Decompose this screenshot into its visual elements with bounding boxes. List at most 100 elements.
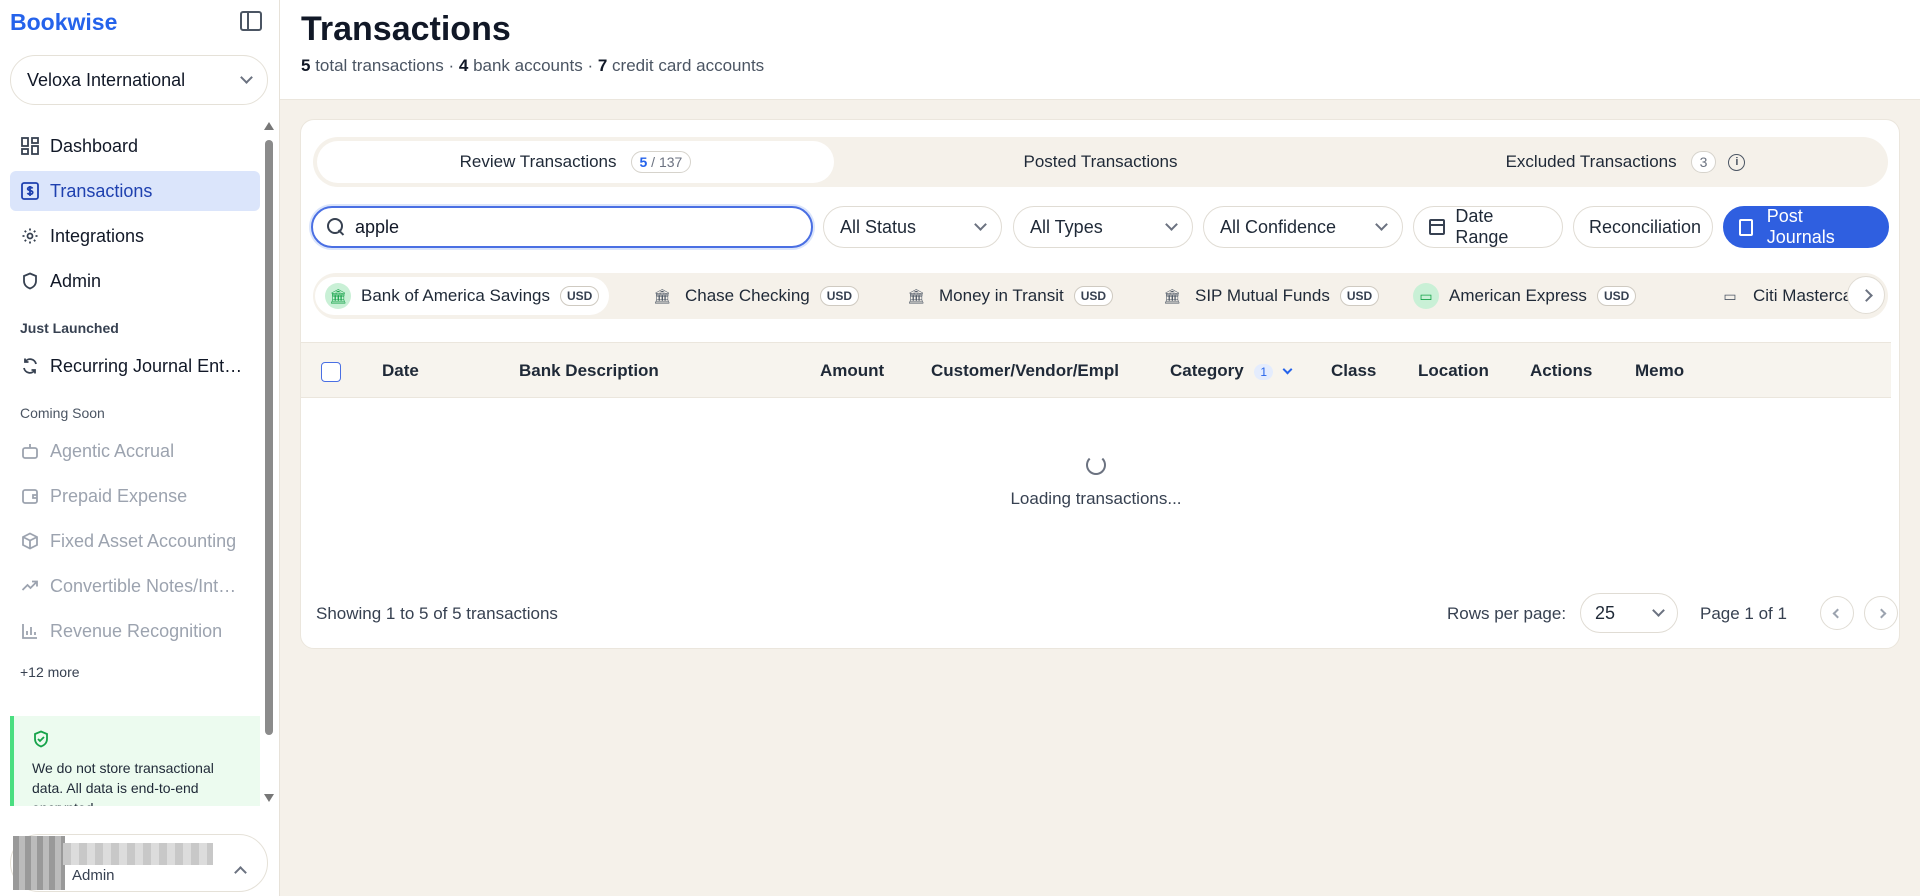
account-chip[interactable]: 🏛 SIP Mutual Funds USD	[1149, 277, 1389, 315]
sidebar-item-label: Recurring Journal Ent…	[50, 355, 243, 376]
post-journals-label: Post Journals	[1766, 206, 1835, 247]
trend-up-icon	[20, 576, 40, 596]
column-class[interactable]: Class	[1331, 361, 1376, 381]
sidebar-item-prepaid-expense[interactable]: Prepaid Expense	[10, 476, 260, 516]
bank-label: bank accounts	[473, 56, 583, 75]
sidebar-item-transactions[interactable]: Transactions	[10, 171, 260, 211]
brand-logo[interactable]: Bookwise	[10, 9, 117, 36]
search-input[interactable]	[355, 216, 775, 238]
bank-icon: 🏛	[907, 287, 925, 304]
scroll-down-arrow-icon[interactable]	[264, 794, 274, 802]
account-name: Chase Checking	[685, 286, 810, 305]
sidebar-item-label: Dashboard	[50, 135, 139, 156]
type-filter-select[interactable]: All Types	[1013, 206, 1193, 248]
sidebar-toggle-icon[interactable]	[240, 11, 262, 31]
sidebar-item-integrations[interactable]: Integrations	[10, 216, 260, 256]
column-amount[interactable]: Amount	[820, 361, 884, 381]
more-features-link[interactable]: +12 more	[10, 656, 260, 700]
select-all-checkbox[interactable]	[321, 362, 341, 382]
reconciliation-button[interactable]: Reconciliation	[1573, 206, 1713, 248]
sidebar-scrollbar[interactable]	[264, 122, 274, 802]
type-filter-value: All Types	[1030, 216, 1103, 237]
currency-badge: USD	[559, 286, 600, 306]
transactions-card: Review Transactions 5 / 137 Posted Trans…	[300, 119, 1900, 649]
account-chip[interactable]: 🏛 Chase Checking USD	[639, 277, 869, 315]
cc-count: 7	[597, 56, 608, 75]
filter-bar: All Status All Types All Confidence Date…	[311, 206, 1891, 248]
bank-count: 4	[458, 56, 469, 75]
chevron-down-icon	[1375, 218, 1388, 231]
total-count: 5	[301, 56, 311, 75]
column-actions[interactable]: Actions	[1530, 361, 1592, 381]
currency-badge: USD	[1339, 286, 1380, 306]
section-title-coming-soon: Coming Soon	[20, 405, 105, 421]
post-journals-button[interactable]: Post Journals	[1723, 206, 1889, 248]
chevron-left-icon	[1832, 608, 1842, 618]
chevron-down-icon	[240, 71, 253, 84]
loading-text: Loading transactions...	[1010, 489, 1182, 508]
sidebar-item-admin[interactable]: Admin	[10, 261, 260, 301]
column-category[interactable]: Category 1	[1170, 361, 1293, 381]
sidebar-item-dashboard[interactable]: Dashboard	[10, 126, 260, 166]
sidebar-item-label: Fixed Asset Accounting	[50, 530, 237, 551]
confidence-filter-select[interactable]: All Confidence	[1203, 206, 1403, 248]
column-customer-vendor[interactable]: Customer/Vendor/Empl	[931, 361, 1119, 381]
reconciliation-label: Reconciliation	[1589, 216, 1702, 237]
sidebar-item-fixed-asset[interactable]: Fixed Asset Accounting	[10, 521, 260, 561]
account-chip[interactable]: 🏛 Bank of America Savings USD	[315, 277, 610, 315]
scrollbar-thumb[interactable]	[265, 140, 273, 735]
table-header: Date Bank Description Amount Customer/Ve…	[301, 342, 1891, 398]
sidebar-item-agentic-accrual[interactable]: Agentic Accrual	[10, 431, 260, 471]
user-role: Admin	[72, 867, 115, 884]
separator: ·	[587, 56, 594, 75]
sidebar-item-recurring-journal[interactable]: Recurring Journal Ent…	[10, 346, 260, 386]
accounts-scroll-right-button[interactable]	[1847, 276, 1885, 314]
account-name: Money in Transit	[939, 286, 1064, 305]
loading-state: Loading transactions...	[301, 455, 1891, 509]
sidebar-item-label: Convertible Notes/Int…	[50, 575, 237, 596]
account-selector: 🏛 Bank of America Savings USD 🏛 Chase Ch…	[313, 273, 1888, 319]
chevron-up-icon	[234, 866, 247, 879]
organization-name: Veloxa International	[27, 69, 186, 90]
section-title-just-launched: Just Launched	[20, 320, 119, 336]
dashboard-icon	[20, 136, 40, 156]
robot-icon	[20, 441, 40, 461]
organization-select[interactable]: Veloxa International	[10, 55, 268, 105]
next-page-button[interactable]	[1864, 596, 1898, 630]
sidebar: Bookwise Veloxa International Dashboard …	[0, 0, 280, 896]
tab-posted-transactions[interactable]: Posted Transactions	[842, 141, 1359, 183]
credit-card-icon: ▭	[1723, 287, 1737, 304]
column-date[interactable]: Date	[382, 361, 419, 381]
column-bank-description[interactable]: Bank Description	[519, 361, 659, 381]
date-range-button[interactable]: Date Range	[1413, 206, 1563, 248]
sidebar-item-revenue-recognition[interactable]: Revenue Recognition	[10, 611, 260, 651]
column-location[interactable]: Location	[1418, 361, 1489, 381]
bank-icon: 🏛	[653, 287, 671, 304]
review-count-badge: 5 / 137	[630, 151, 692, 173]
tab-review-transactions[interactable]: Review Transactions 5 / 137	[317, 141, 834, 183]
user-menu[interactable]: Admin	[10, 834, 268, 892]
search-box[interactable]	[311, 206, 813, 248]
encryption-notice: We do not store transactional data. All …	[10, 716, 260, 806]
dollar-icon	[20, 181, 40, 201]
account-chip[interactable]: 🏛 Money in Transit USD	[893, 277, 1123, 315]
chevron-right-icon	[1876, 608, 1886, 618]
credit-card-icon: ▭	[1413, 283, 1439, 309]
currency-badge: USD	[1596, 286, 1637, 306]
chevron-down-icon[interactable]	[1282, 364, 1293, 375]
status-filter-select[interactable]: All Status	[823, 206, 1002, 248]
sidebar-item-convertible-notes[interactable]: Convertible Notes/Int…	[10, 566, 260, 606]
previous-page-button[interactable]	[1820, 596, 1854, 630]
tab-excluded-transactions[interactable]: Excluded Transactions 3 i	[1367, 141, 1884, 183]
account-chip[interactable]: ▭ American Express USD	[1403, 277, 1646, 315]
page-summary: 5 total transactions · 4 bank accounts ·…	[301, 56, 764, 76]
page-info: Page 1 of 1	[1700, 604, 1787, 623]
scroll-up-arrow-icon[interactable]	[264, 122, 274, 130]
account-name: American Express	[1449, 286, 1587, 305]
rows-per-page-select[interactable]: 25	[1580, 593, 1678, 633]
page-title: Transactions	[301, 10, 511, 48]
info-icon[interactable]: i	[1728, 153, 1746, 171]
column-memo[interactable]: Memo	[1635, 361, 1684, 381]
avatar	[13, 836, 65, 890]
sidebar-item-label: Revenue Recognition	[50, 620, 223, 641]
